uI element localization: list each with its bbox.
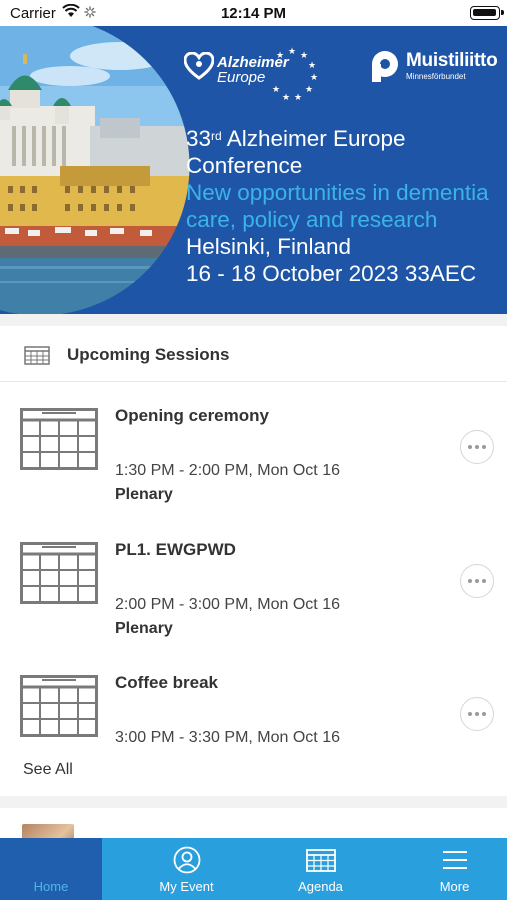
status-bar: Carrier 12:14 PM	[0, 0, 507, 26]
session-track: Plenary	[115, 486, 173, 503]
user-icon	[173, 846, 200, 874]
helsinki-photo	[0, 26, 191, 314]
calendar-icon	[305, 849, 336, 872]
tab-more[interactable]: More	[396, 838, 507, 900]
muistiliitto-logo: Muistiliitto Minnesförbundet	[368, 50, 504, 86]
svg-text:★: ★	[305, 85, 313, 95]
battery-icon	[470, 6, 504, 20]
svg-text:★: ★	[288, 47, 296, 57]
more-options-button[interactable]	[460, 564, 494, 598]
session-title: Opening ceremony	[115, 406, 269, 425]
muistiliitto-mark-icon	[372, 51, 398, 82]
svg-text:★: ★	[272, 85, 280, 95]
conference-title: 33rd Alzheimer Europe Conference New opp…	[186, 126, 489, 286]
svg-text:★: ★	[282, 93, 290, 102]
tab-home[interactable]: Home	[0, 838, 102, 900]
eu-stars-icon: ★ ★★ ★★★ ★★★	[272, 47, 318, 102]
alzheimer-heart-icon	[184, 52, 214, 80]
session-item[interactable]: PL1. EWGPWD 2:00 PM - 3:00 PM, Mon Oct 1…	[0, 522, 507, 652]
session-calendar-icon	[20, 675, 98, 737]
status-time: 12:14 PM	[220, 5, 287, 22]
session-title: PL1. EWGPWD	[115, 540, 236, 559]
svg-text:★: ★	[300, 51, 308, 61]
see-all-link[interactable]: See All	[23, 761, 73, 779]
alzheimer-europe-logo: Alzheimer Europe ★ ★ ★ ★ ★ ★ ★ ★ ★	[184, 46, 324, 106]
menu-icon	[442, 851, 467, 869]
svg-text:★: ★	[294, 93, 302, 102]
session-calendar-icon	[20, 542, 98, 604]
tab-agenda[interactable]: Agenda	[262, 838, 379, 900]
session-title: Coffee break	[115, 673, 218, 692]
session-item[interactable]: Opening ceremony 1:30 PM - 2:00 PM, Mon …	[0, 388, 507, 518]
tab-bar: Home My Event Agenda More	[0, 838, 507, 900]
sessions-header[interactable]: Upcoming Sessions	[0, 326, 507, 382]
upcoming-sessions-card: Upcoming Sessions Opening ceremony 1:30 …	[0, 326, 507, 796]
session-time: 2:00 PM - 3:00 PM, Mon Oct 16	[115, 596, 340, 613]
calendar-icon	[24, 346, 50, 365]
session-time: 1:30 PM - 2:00 PM, Mon Oct 16	[115, 462, 340, 479]
sessions-header-title: Upcoming Sessions	[67, 345, 230, 364]
session-track: Plenary	[115, 620, 173, 637]
svg-text:★: ★	[308, 61, 316, 71]
svg-text:★: ★	[276, 51, 284, 61]
session-calendar-icon	[20, 408, 98, 470]
tab-my-event[interactable]: My Event	[128, 838, 245, 900]
more-options-button[interactable]	[460, 697, 494, 731]
svg-text:★: ★	[310, 73, 318, 83]
session-time: 3:00 PM - 3:30 PM, Mon Oct 16	[115, 729, 340, 746]
more-options-button[interactable]	[460, 430, 494, 464]
conference-banner: Alzheimer Europe ★ ★ ★ ★ ★ ★ ★ ★ ★ Muistiliitt…	[0, 26, 507, 314]
session-item[interactable]: Coffee break 3:00 PM - 3:30 PM, Mon Oct …	[0, 655, 507, 785]
